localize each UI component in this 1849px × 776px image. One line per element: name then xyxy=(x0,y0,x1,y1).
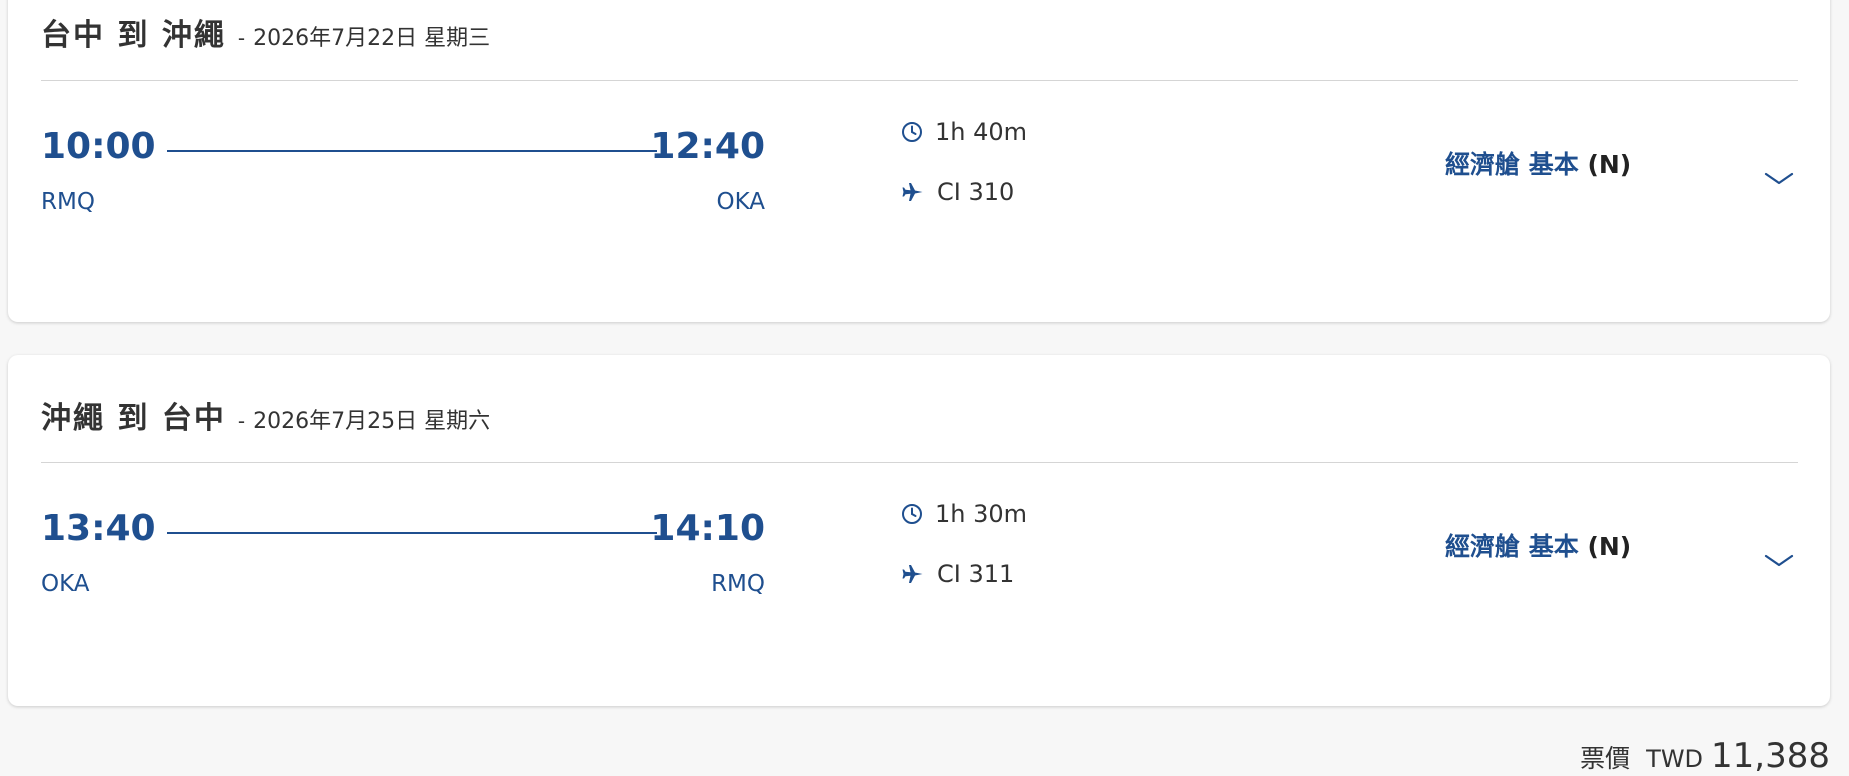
expand-details-toggle[interactable] xyxy=(1764,553,1794,573)
fare-amount: 11,388 xyxy=(1711,736,1830,776)
cabin-label: 經濟艙 基本 xyxy=(1445,532,1579,561)
fare-currency: TWD xyxy=(1646,745,1704,773)
departure-airport-code: OKA xyxy=(41,571,90,597)
flight-number: CI 310 xyxy=(901,178,1014,206)
cabin-class: 經濟艙 基本 (N) xyxy=(1445,145,1631,181)
departure-time: 10:00 xyxy=(41,126,156,167)
arrival-time: 14:10 xyxy=(650,508,765,549)
fare-class: (N) xyxy=(1587,532,1632,561)
airplane-icon xyxy=(902,565,923,583)
chevron-down-icon xyxy=(1764,554,1794,567)
arrival-time: 12:40 xyxy=(650,126,765,167)
duration-text: 1h 40m xyxy=(935,118,1028,146)
arrival-airport-code: OKA xyxy=(716,189,765,215)
fare-class: (N) xyxy=(1587,150,1632,179)
duration-text: 1h 30m xyxy=(935,500,1028,528)
clock-icon xyxy=(902,504,922,524)
flight-number: CI 311 xyxy=(901,560,1014,588)
fare-label: 票價 xyxy=(1580,744,1631,773)
departure-airport-code: RMQ xyxy=(41,189,95,215)
cabin-label: 經濟艙 基本 xyxy=(1445,150,1579,179)
flight-segment-card: 台中 到 沖繩 - 2026年7月22日 星期三 10:00 12:40 RMQ… xyxy=(8,0,1830,322)
arrival-airport-code: RMQ xyxy=(711,571,765,597)
expand-details-toggle[interactable] xyxy=(1764,171,1794,191)
chevron-down-icon xyxy=(1764,172,1794,185)
segment-details: 13:40 14:10 OKA RMQ 1h 30m CI 311 經濟艙 基本… xyxy=(8,355,1830,706)
flight-path-line xyxy=(167,532,657,534)
flight-duration: 1h 40m xyxy=(901,118,1027,146)
flight-segment-card: 沖繩 到 台中 - 2026年7月25日 星期六 13:40 14:10 OKA… xyxy=(8,355,1830,706)
clock-icon xyxy=(902,122,922,142)
fare-total: 票價 TWD 11,388 xyxy=(1580,736,1830,776)
flight-duration: 1h 30m xyxy=(901,500,1027,528)
flight-number-text: CI 311 xyxy=(937,560,1015,588)
segment-details: 10:00 12:40 RMQ OKA 1h 40m CI 310 經濟艙 基本… xyxy=(8,0,1830,322)
flight-path-line xyxy=(167,150,657,152)
flight-number-text: CI 310 xyxy=(937,178,1015,206)
airplane-icon xyxy=(902,183,923,201)
departure-time: 13:40 xyxy=(41,508,156,549)
cabin-class: 經濟艙 基本 (N) xyxy=(1445,527,1631,563)
